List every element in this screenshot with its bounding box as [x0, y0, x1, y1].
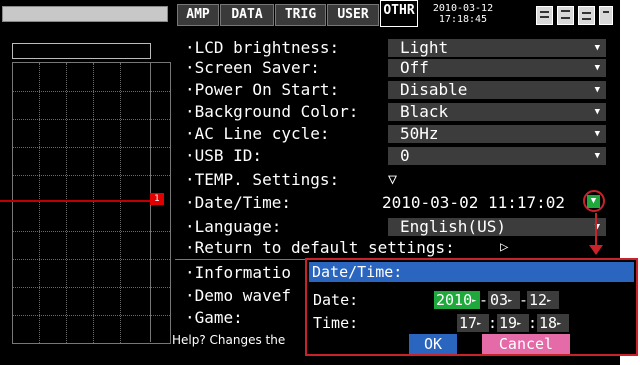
- setting-label-lcd-brightness: ·LCD brightness:: [185, 38, 340, 57]
- setting-label-power-on-start: ·Power On Start:: [185, 80, 340, 99]
- left-status-bar: [2, 6, 168, 22]
- date-time-edit-button[interactable]: ▼: [587, 195, 600, 208]
- header-clock: 2010-03-12 17:18:45: [418, 3, 508, 25]
- cancel-button[interactable]: Cancel: [482, 334, 570, 354]
- grid-line: [13, 175, 170, 176]
- dropdown-arrow-icon: ▼: [594, 63, 600, 73]
- day-value: 12: [529, 291, 548, 309]
- tab-amp[interactable]: AMP: [177, 4, 219, 26]
- power-on-start-value: Disable: [400, 80, 468, 99]
- save-icon[interactable]: [557, 6, 574, 25]
- printer-icon[interactable]: [599, 6, 613, 25]
- header-date: 2010-03-12: [432, 3, 494, 14]
- year-field[interactable]: 2010►: [434, 291, 480, 309]
- usb-id-value: 0: [400, 146, 410, 165]
- date-label: Date:: [313, 291, 359, 309]
- month-field[interactable]: 03►: [488, 291, 520, 309]
- ok-button[interactable]: OK: [409, 334, 457, 354]
- grid-line: [13, 287, 170, 288]
- dropdown-arrow-icon: ▼: [594, 107, 600, 117]
- grid-line: [120, 63, 121, 343]
- tab-othr[interactable]: OTHR: [380, 0, 418, 27]
- hour-field[interactable]: 17►: [457, 314, 489, 332]
- grid-line: [13, 315, 170, 316]
- background-color-value: Black: [400, 102, 449, 121]
- time-separator: :: [488, 314, 498, 332]
- spin-arrow-icon: ►: [477, 319, 482, 328]
- spin-arrow-icon: ►: [517, 319, 522, 328]
- channel-trace: [0, 200, 150, 202]
- time-label: Time:: [313, 314, 359, 332]
- lcd-brightness-value: Light: [400, 38, 449, 57]
- grid-line: [13, 91, 170, 92]
- date-separator: -: [479, 291, 489, 309]
- date-time-value: 2010-03-02 11:17:02: [382, 193, 566, 212]
- setting-label-demo-waveform[interactable]: ·Demo wavef: [185, 286, 291, 306]
- dialog-title: Date/Time:: [309, 262, 634, 282]
- minute-value: 19: [499, 314, 518, 332]
- tab-data[interactable]: DATA: [220, 4, 274, 26]
- setting-label-game[interactable]: ·Game:: [185, 308, 243, 328]
- screen-saver-select[interactable]: Off ▼: [388, 59, 606, 77]
- header-time: 17:18:45: [438, 14, 488, 25]
- date-time-dialog: Date/Time: Date: Time: 2010► - 03► - 12►…: [305, 258, 638, 356]
- waveform-graph: [12, 62, 171, 344]
- grid-line: [13, 259, 170, 260]
- setting-label-temp-settings: ·TEMP. Settings:: [185, 170, 340, 189]
- tab-trig[interactable]: TRIG: [275, 4, 326, 26]
- power-on-start-select[interactable]: Disable ▼: [388, 81, 606, 99]
- time-separator: :: [528, 314, 538, 332]
- year-value: 2010: [436, 291, 473, 309]
- setting-label-date-time: ·Date/Time:: [185, 193, 291, 212]
- setting-label-usb-id: ·USB ID:: [185, 146, 263, 165]
- grid-line: [13, 231, 170, 232]
- setting-label-background-color: ·Background Color:: [185, 102, 359, 121]
- setting-label-screen-saver: ·Screen Saver:: [185, 58, 320, 77]
- dropdown-arrow-icon: ▼: [594, 43, 600, 53]
- spin-arrow-icon: ►: [472, 296, 477, 305]
- ac-line-cycle-select[interactable]: 50Hz ▼: [388, 125, 606, 143]
- callout-arrow-head: [589, 245, 603, 255]
- grid-line: [39, 63, 40, 343]
- grid-line: [66, 63, 67, 343]
- grid-line: [13, 119, 170, 120]
- return-default-button[interactable]: ▷: [500, 237, 508, 257]
- day-field[interactable]: 12►: [527, 291, 559, 309]
- dropdown-arrow-icon: ▼: [594, 151, 600, 161]
- tab-user[interactable]: USER: [327, 4, 379, 26]
- second-value: 18: [539, 314, 558, 332]
- callout-arrow: [595, 213, 597, 249]
- background-color-select[interactable]: Black ▼: [388, 103, 606, 121]
- lcd-brightness-select[interactable]: Light ▼: [388, 39, 606, 57]
- dropdown-arrow-icon: ▼: [594, 85, 600, 95]
- setting-label-language: ·Language:: [185, 217, 282, 236]
- channel-marker[interactable]: 1: [150, 193, 164, 205]
- second-field[interactable]: 18►: [537, 314, 569, 332]
- spin-arrow-icon: ►: [508, 296, 513, 305]
- copy-icon[interactable]: [578, 6, 595, 25]
- dropdown-arrow-icon: ▼: [594, 129, 600, 139]
- memory-icon[interactable]: [536, 6, 553, 25]
- spin-arrow-icon: ►: [547, 296, 552, 305]
- setting-label-information[interactable]: ·Informatio: [185, 263, 291, 283]
- temp-settings-open-button[interactable]: ▽: [388, 169, 397, 189]
- screen-saver-value: Off: [400, 58, 429, 77]
- month-value: 03: [490, 291, 509, 309]
- ac-line-cycle-value: 50Hz: [400, 124, 439, 143]
- left-info-field: [12, 43, 151, 59]
- language-select[interactable]: English(US) ▼: [388, 218, 606, 236]
- usb-id-select[interactable]: 0 ▼: [388, 147, 606, 165]
- spin-arrow-icon: ►: [557, 319, 562, 328]
- minute-field[interactable]: 19►: [497, 314, 529, 332]
- setting-label-ac-line-cycle: ·AC Line cycle:: [185, 124, 330, 143]
- grid-line: [93, 63, 94, 343]
- grid-line: [13, 147, 170, 148]
- language-value: English(US): [400, 217, 506, 236]
- setting-label-return-default: ·Return to default settings:: [185, 238, 455, 257]
- hour-value: 17: [459, 314, 478, 332]
